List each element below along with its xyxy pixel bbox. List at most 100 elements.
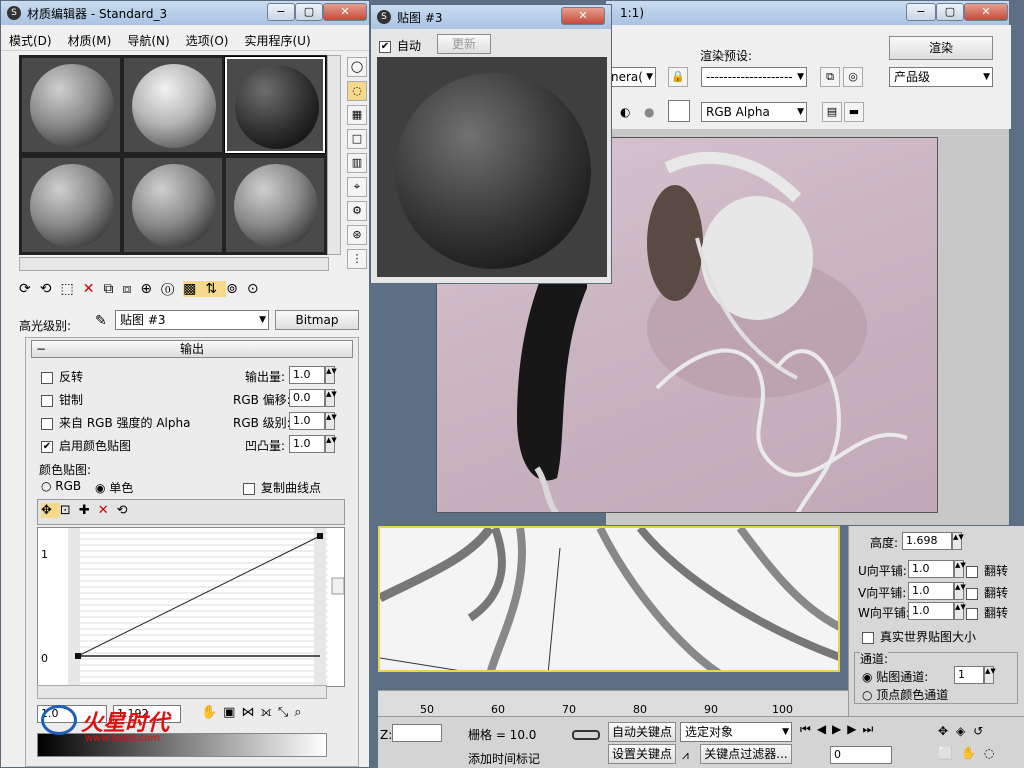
bump-amount-field[interactable]: 1.0 — [289, 435, 325, 453]
delete-point-icon[interactable]: ✕ — [98, 503, 117, 518]
output-amount-field[interactable]: 1.0 — [289, 366, 325, 384]
unique-icon[interactable]: ⧈ — [122, 281, 140, 297]
output-amount-spinner[interactable]: ▲▼ — [325, 366, 337, 384]
lock-icon[interactable]: 🔒 — [668, 67, 688, 87]
rgb-offset-field[interactable]: 0.0 — [289, 389, 325, 407]
height-field[interactable]: 1.698 — [902, 532, 952, 550]
sample-slot[interactable] — [21, 157, 121, 253]
show-map-icon[interactable]: ▩ — [183, 281, 206, 297]
environment-icon[interactable]: ◎ — [843, 67, 863, 87]
w-tile-field[interactable]: 1.0 — [908, 602, 954, 620]
close-button[interactable]: ✕ — [561, 7, 605, 25]
slots-horizontal-scrollbar[interactable] — [19, 257, 329, 271]
scale-point-icon[interactable]: ⊡ — [60, 503, 79, 518]
sample-slot[interactable] — [225, 157, 325, 253]
render-preset-dropdown[interactable]: -------------------- ▼ — [701, 67, 807, 87]
uv-tiling-icon[interactable]: □ — [347, 129, 367, 149]
copy-curve-checkbox[interactable]: 复制曲线点 — [243, 479, 321, 496]
menu-material[interactable]: 材质(M) — [60, 32, 120, 49]
invert-checkbox[interactable]: 反转 — [41, 368, 83, 385]
v-tile-field[interactable]: 1.0 — [908, 582, 954, 600]
goto-start-icon[interactable]: ⏮ — [800, 722, 817, 736]
reset-curve-icon[interactable]: ⟲ — [117, 503, 136, 518]
goto-end-icon[interactable]: ⏭ — [863, 722, 880, 736]
u-flip-checkbox[interactable]: 翻转 — [966, 562, 1008, 579]
mono-radio[interactable]: ◉ 单色 — [95, 479, 133, 496]
u-tile-field[interactable]: 1.0 — [908, 560, 954, 578]
update-button[interactable]: 更新 — [437, 34, 491, 54]
put-to-scene-icon[interactable]: ⟲ — [40, 281, 61, 297]
vertex-color-radio[interactable]: ○ 顶点颜色通道 — [862, 686, 948, 703]
get-material-icon[interactable]: ⟳ — [19, 281, 40, 297]
key-icon[interactable] — [572, 730, 600, 740]
display-icon[interactable]: ▬ — [844, 102, 864, 122]
menu-options[interactable]: 选项(O) — [178, 32, 237, 49]
close-button[interactable]: ✕ — [323, 3, 367, 21]
prev-frame-icon[interactable]: ◀ — [817, 722, 832, 736]
auto-update-checkbox[interactable]: ✔ 自动 — [379, 37, 421, 54]
w-flip-checkbox[interactable]: 翻转 — [966, 604, 1008, 621]
move-point-icon[interactable]: ✥ — [41, 503, 60, 518]
close-button[interactable]: ✕ — [964, 3, 1008, 21]
output-rollout-header[interactable]: − 输出 — [31, 340, 353, 358]
selected-object-dropdown[interactable]: 选定对象 ▼ — [680, 722, 792, 742]
u-tile-spinner[interactable]: ▲▼ — [954, 560, 966, 578]
height-spinner[interactable]: ▲▼ — [952, 532, 964, 550]
key-filter-icon[interactable]: ⩘ — [682, 748, 689, 763]
video-color-icon[interactable]: ▥ — [347, 153, 367, 173]
camera-dropdown[interactable]: nera(▼ — [606, 67, 656, 87]
color-swatch[interactable] — [668, 100, 690, 122]
map-navigator-icon[interactable]: ⋮ — [347, 249, 367, 269]
render-setup-icon[interactable]: ⧉ — [820, 67, 840, 87]
add-time-tag-label[interactable]: 添加时间标记 — [468, 750, 540, 767]
alpha-dot-icon[interactable]: ● — [644, 105, 654, 119]
curve-horizontal-scrollbar[interactable] — [37, 685, 327, 699]
nav-icons-2[interactable]: ⬜✋◌ — [938, 746, 1002, 760]
sample-slot[interactable] — [123, 57, 223, 153]
sample-slot-active[interactable] — [224, 56, 326, 154]
z-coordinate-field[interactable] — [392, 724, 442, 742]
backlight-icon[interactable]: ◌ — [347, 81, 367, 101]
toggle-ui-icon[interactable]: ▤ — [822, 102, 842, 122]
show-end-result-icon[interactable]: ⇅ — [205, 281, 227, 297]
preview-icon[interactable]: ⌖ — [347, 177, 367, 197]
map-type-button[interactable]: Bitmap — [275, 310, 359, 330]
put-library-icon[interactable]: ⊕ — [140, 281, 161, 297]
frame-field[interactable]: 0 — [830, 746, 892, 764]
slots-vertical-scrollbar[interactable] — [327, 55, 341, 255]
add-point-icon[interactable]: ✚ — [79, 503, 98, 518]
maximize-button[interactable]: ▢ — [936, 3, 964, 21]
alpha-from-rgb-checkbox[interactable]: 来自 RGB 强度的 Alpha — [41, 414, 190, 431]
quality-dropdown[interactable]: 产品级 ▼ — [889, 67, 993, 87]
rgb-level-spinner[interactable]: ▲▼ — [325, 412, 337, 430]
map-channel-spinner[interactable]: ▲▼ — [984, 666, 996, 684]
assign-material-icon[interactable]: ⬚ — [60, 281, 82, 297]
menu-navigation[interactable]: 导航(N) — [119, 32, 177, 49]
select-by-material-icon[interactable]: ⊛ — [347, 225, 367, 245]
map-channel-field[interactable]: 1 — [954, 666, 984, 684]
v-tile-spinner[interactable]: ▲▼ — [954, 582, 966, 600]
eyedropper-icon[interactable]: ✎ — [95, 313, 107, 329]
sample-slot[interactable] — [21, 57, 121, 153]
rgb-level-field[interactable]: 1.0 — [289, 412, 325, 430]
channel-dropdown[interactable]: RGB Alpha ▼ — [701, 102, 807, 122]
curve-graph[interactable]: 1 0 — [37, 527, 345, 687]
go-parent-icon[interactable]: ⊚ — [226, 281, 247, 297]
go-sibling-icon[interactable]: ⊙ — [247, 281, 268, 297]
rgb-offset-spinner[interactable]: ▲▼ — [325, 389, 337, 407]
v-flip-checkbox[interactable]: 翻转 — [966, 584, 1008, 601]
menu-utilities[interactable]: 实用程序(U) — [236, 32, 318, 49]
sample-type-icon[interactable]: ◯ — [347, 57, 367, 77]
delete-icon[interactable]: ✕ — [83, 281, 104, 297]
minimize-button[interactable]: − — [906, 3, 936, 21]
material-id-icon[interactable]: ⓪ — [161, 281, 183, 297]
render-button[interactable]: 渲染 — [889, 36, 993, 60]
maximize-button[interactable]: ▢ — [295, 3, 323, 21]
w-tile-spinner[interactable]: ▲▼ — [954, 602, 966, 620]
real-world-checkbox[interactable]: 真实世界贴图大小 — [862, 628, 976, 645]
copy-icon[interactable]: ⧉ — [103, 281, 122, 297]
rgb-radio[interactable]: ○ RGB — [41, 479, 81, 493]
options-icon[interactable]: ⚙ — [347, 201, 367, 221]
timeline-ruler[interactable]: 50 60 70 80 90 100 — [378, 690, 848, 716]
clamp-checkbox[interactable]: 钳制 — [41, 391, 83, 408]
